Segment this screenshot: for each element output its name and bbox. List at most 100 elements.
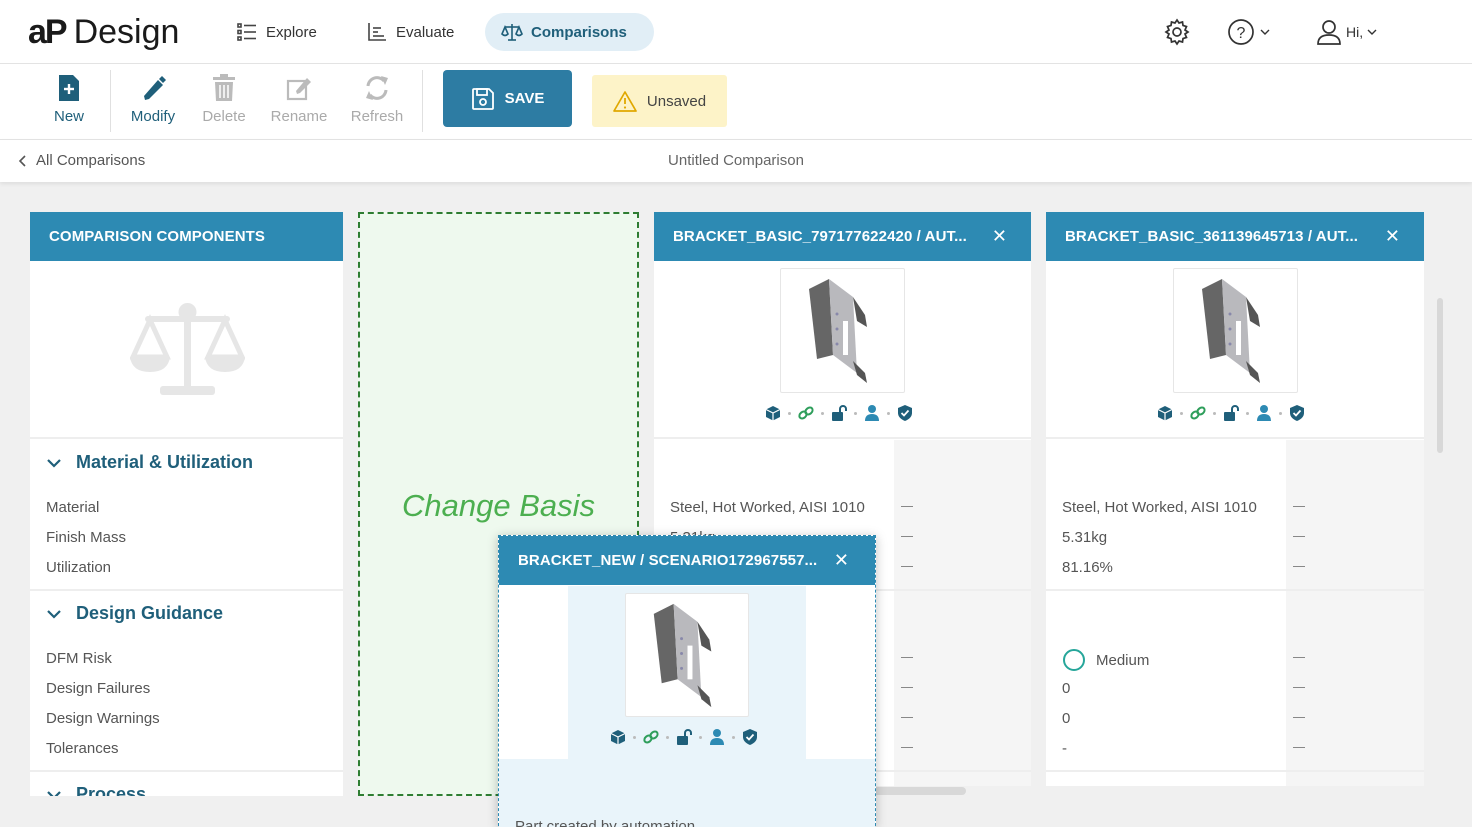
part-thumbnail[interactable] (780, 268, 905, 393)
pencil-icon (144, 76, 166, 100)
link-icon[interactable] (642, 728, 660, 746)
chevron-down-icon (1260, 29, 1270, 35)
close-icon[interactable]: ✕ (992, 226, 1007, 247)
settings-button[interactable] (1163, 16, 1191, 48)
part-thumbnail[interactable] (1173, 268, 1298, 393)
user-icon[interactable] (708, 728, 726, 746)
edit-icon (286, 78, 311, 101)
dfm-risk-label: Medium (1096, 651, 1150, 669)
section-material-utilization[interactable]: Material & Utilization (46, 452, 253, 473)
row-dfm-risk: DFM Risk (46, 650, 112, 667)
comparison-title: BRACKET_BASIC_361139645713 / AUT... (1065, 228, 1359, 245)
part-status-icons (609, 728, 759, 746)
modify-button[interactable]: Modify (118, 74, 188, 134)
delete-button-label: Delete (202, 108, 246, 125)
bracket-part-icon (809, 279, 867, 383)
dfm-risk-circle-icon (1063, 649, 1085, 671)
comparison-title: BRACKET_BASIC_797177622420 / AUT... (673, 228, 967, 245)
vertical-scrollbar[interactable] (1437, 298, 1443, 453)
shield-check-icon[interactable] (741, 728, 759, 746)
link-icon[interactable] (1189, 404, 1207, 422)
design-warnings-value: 0 (1062, 710, 1071, 727)
logo-word: Design (73, 12, 180, 51)
tab-evaluate-label: Evaluate (396, 23, 455, 41)
delete-button[interactable]: Delete (189, 74, 259, 134)
user-icon[interactable] (1255, 404, 1273, 422)
all-comparisons-link[interactable]: All Comparisons (18, 152, 145, 169)
app-logo[interactable]: aP Design (28, 12, 179, 52)
user-menu[interactable]: Hi, (1316, 16, 1377, 48)
tab-explore[interactable]: Explore (220, 13, 333, 51)
row-tolerances: Tolerances (46, 740, 119, 757)
utilization-value: 81.16% (1062, 559, 1113, 576)
section-design-guidance[interactable]: Design Guidance (46, 603, 223, 624)
delta-dash (1293, 717, 1305, 718)
horizontal-scrollbar[interactable] (870, 787, 966, 795)
scale-icon (501, 24, 523, 41)
chevron-down-icon (47, 790, 61, 796)
material-value: Steel, Hot Worked, AISI 1010 (670, 499, 865, 516)
refresh-icon (366, 76, 388, 100)
rename-button[interactable]: Rename (264, 74, 334, 134)
user-icon (1317, 20, 1341, 45)
comparison-header[interactable]: BRACKET_BASIC_797177622420 / AUT... ✕ (654, 212, 1031, 261)
unlock-icon[interactable] (830, 404, 848, 422)
shield-check-icon[interactable] (896, 404, 914, 422)
row-design-failures: Design Failures (46, 680, 151, 697)
unlock-icon[interactable] (1222, 404, 1240, 422)
material-value: Steel, Hot Worked, AISI 1010 (1062, 499, 1257, 516)
new-file-icon (59, 75, 79, 101)
tab-explore-label: Explore (266, 23, 317, 41)
user-icon[interactable] (863, 404, 881, 422)
back-link-label: All Comparisons (36, 152, 146, 169)
cube-icon[interactable] (1156, 404, 1174, 422)
section-title: Material & Utilization (76, 452, 254, 472)
cube-icon[interactable] (764, 404, 782, 422)
part-status-icons (764, 404, 914, 422)
row-material: Material (46, 499, 100, 516)
chevron-down-icon (47, 609, 61, 619)
design-failures-value: 0 (1062, 680, 1071, 697)
delta-dash (1293, 536, 1305, 537)
delta-dash (901, 687, 913, 688)
delta-dash (901, 566, 913, 567)
chevron-down-icon (1367, 29, 1377, 35)
delta-dash (901, 536, 913, 537)
new-button[interactable]: New (34, 74, 104, 134)
delta-dash (1293, 657, 1305, 658)
close-icon[interactable]: ✕ (1385, 226, 1400, 247)
refresh-button-label: Refresh (350, 108, 404, 125)
cube-icon[interactable] (609, 728, 627, 746)
close-icon[interactable]: ✕ (834, 550, 849, 571)
row-finish-mass: Finish Mass (46, 529, 127, 546)
bracket-part-icon (653, 603, 712, 708)
page-title: Untitled Comparison (668, 152, 804, 169)
unsaved-label: Unsaved (646, 92, 707, 110)
delta-dash (1293, 566, 1305, 567)
comparison-components-panel: COMPARISON COMPONENTS Material & Utiliza… (30, 212, 343, 796)
tab-comparisons-label: Comparisons (531, 23, 627, 41)
unlock-icon[interactable] (675, 728, 693, 746)
shield-check-icon[interactable] (1288, 404, 1306, 422)
tab-comparisons[interactable]: Comparisons (485, 13, 654, 51)
part-thumbnail[interactable] (625, 593, 749, 717)
section-process[interactable]: Process (46, 784, 343, 796)
gear-icon (1164, 18, 1190, 46)
delta-dash (901, 717, 913, 718)
section-title: Design Guidance (76, 603, 224, 623)
link-icon[interactable] (797, 404, 815, 422)
tolerances-value: - (1062, 740, 1067, 757)
unsaved-badge: Unsaved (592, 75, 727, 127)
tab-evaluate[interactable]: Evaluate (350, 13, 470, 51)
comparison-header[interactable]: BRACKET_NEW / SCENARIO172967557... ✕ (499, 536, 875, 585)
comparison-header[interactable]: BRACKET_BASIC_361139645713 / AUT... ✕ (1046, 212, 1424, 261)
dragging-comparison-panel[interactable]: BRACKET_NEW / SCENARIO172967557... ✕ Par… (498, 535, 876, 827)
save-button[interactable]: SAVE (443, 70, 572, 127)
help-menu[interactable]: ? (1226, 16, 1270, 48)
delta-dash (1293, 687, 1305, 688)
trash-icon (213, 74, 235, 101)
delta-dash (901, 506, 913, 507)
delta-dash (901, 747, 913, 748)
section-title: Process (76, 784, 147, 796)
refresh-button[interactable]: Refresh (342, 74, 412, 134)
